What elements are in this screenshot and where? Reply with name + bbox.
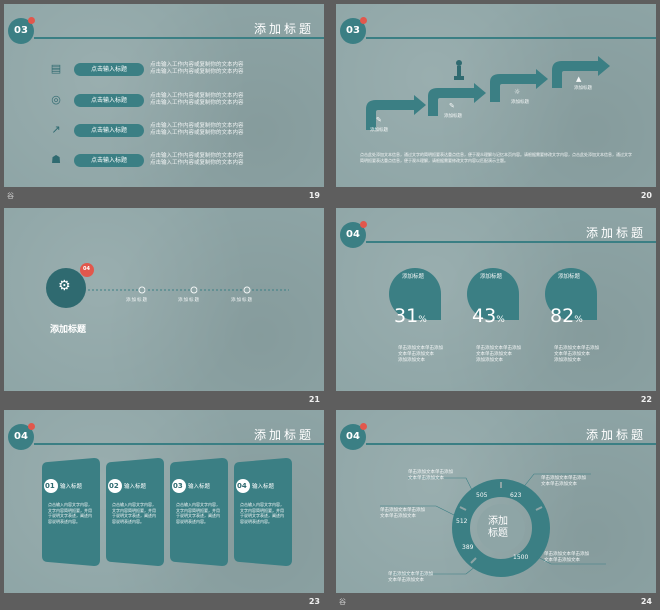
ring-value: 623 [510, 492, 522, 499]
note-text: 单击添加文本单击添加 文本单击添加文本 [388, 572, 433, 583]
slide-thumbnail-21[interactable]: ⚙ 04 添加标题 添加标题 添加标题 添加标题 21 [4, 208, 324, 408]
note-text: 单击添加文本单击添加 文本单击添加文本 [541, 476, 586, 487]
card-number: 01 [45, 482, 55, 490]
step-label: 添加标题 [511, 100, 529, 105]
slide-title: 添加标题 [253, 22, 314, 36]
badge-number: 04 [83, 266, 90, 272]
card-title: 输入标题 [188, 484, 211, 490]
percent-value: 31% [394, 305, 427, 327]
step-icon: ✎ [376, 116, 382, 124]
step-label: 添加标题 [574, 86, 592, 91]
ring-value: 505 [476, 492, 488, 499]
step-icon: ✎ [449, 102, 455, 110]
title-button[interactable]: 点击输入标题 [74, 154, 144, 167]
description-paragraph: 点击此处添加文本信息，通过文字的简明扼要表达重点信息，便于观众理解与记忆本页内容… [360, 152, 632, 163]
card-title: 输入标题 [60, 484, 83, 490]
title-button[interactable]: 点击输入标题 [74, 63, 144, 76]
slide-thumbnail-19[interactable]: 03 添加标题 ▤ 点击输入标题 点击输入工作内容或复制你的文本内容 点击输入工作… [4, 4, 324, 204]
ring-value: 512 [456, 518, 468, 525]
slide-canvas: ⚙ 04 添加标题 添加标题 添加标题 添加标题 [4, 208, 324, 391]
note-text: 单击添加文本单击添加 文本单击添加文本 [408, 470, 453, 481]
slide-canvas: 03 ✎ ✎ ☼ ▲ 添加标题 添加标题 添加标题 添加标题 点击此处添加文本信… [336, 4, 656, 187]
slide-footer: 谷 19 [4, 187, 324, 204]
page-number: 21 [308, 395, 320, 404]
note-text: 单击添加文本单击添加 文本单击添加文本 [380, 508, 425, 519]
row-text: 点击输入工作内容或复制你的文本内容 点击输入工作内容或复制你的文本内容 [150, 123, 244, 136]
note-text: 单击添加文本单击添加 文本单击添加文本 [544, 552, 589, 563]
title-button[interactable]: 点击输入标题 [74, 94, 144, 107]
title-button[interactable]: 点击输入标题 [74, 124, 144, 137]
slide-footer: 谷 24 [336, 593, 656, 610]
ring-diagram [380, 473, 606, 577]
slide-footer: 22 [336, 391, 656, 408]
step-label: 添加标题 [370, 128, 388, 133]
step-label: 添加标题 [444, 114, 462, 119]
slide-canvas: 04 添加标题 添加 标题 505 623 512 389 1500 单击添加文本… [336, 410, 656, 593]
ring-center-title: 添加 标题 [488, 516, 508, 539]
card-number: 03 [173, 482, 183, 490]
page-number: 19 [308, 191, 320, 200]
page-number: 20 [640, 191, 652, 200]
footer-glyph: 谷 [339, 598, 346, 606]
section-badge: 03 [8, 17, 35, 44]
row-text: 点击输入工作内容或复制你的文本内容 点击输入工作内容或复制你的文本内容 [150, 62, 244, 75]
card-body: 点击输入内容文字内容，文字内容简明扼要，并用于说明文字表述，阐述内容说明表述内容… [176, 502, 220, 524]
item-label: 添加标题 [480, 274, 503, 280]
badge-dot [28, 17, 35, 24]
timeline-graphic [46, 263, 289, 308]
item-description: 单击添加文本单击添加 文本单击添加文本 添加添加文本 [476, 346, 521, 363]
timeline-label: 添加标题 [126, 298, 148, 303]
slide-thumbnail-24[interactable]: 04 添加标题 添加 标题 505 623 512 389 1500 单击添加文本… [336, 410, 656, 610]
slide-thumbnail-23[interactable]: 04 添加标题 01 输入标题 点击输入内容文字内容，文字内容简明扼要，并用于说… [4, 410, 324, 610]
footer-glyph: 谷 [7, 192, 14, 200]
ring-value: 389 [462, 544, 474, 551]
card-number: 02 [109, 482, 119, 490]
slide-footer: 21 [4, 391, 324, 408]
step-icon: ▲ [576, 75, 582, 83]
item-description: 单击添加文本单击添加 文本单击添加文本 添加添加文本 [398, 346, 443, 363]
coin-icon: ◎ [51, 93, 61, 106]
timeline-label: 添加标题 [178, 298, 200, 303]
growth-chart-icon: ↗ [51, 123, 61, 136]
item-label: 添加标题 [558, 274, 581, 280]
row-text: 点击输入工作内容或复制你的文本内容 点击输入工作内容或复制你的文本内容 [150, 153, 244, 166]
slide-footer: 20 [336, 187, 656, 204]
slide-thumbnail-20[interactable]: 03 ✎ ✎ ☼ ▲ 添加标题 添加标题 添加标题 添加标题 点击此处添加文本信… [336, 4, 656, 204]
item-description: 单击添加文本单击添加 文本单击添加文本 添加添加文本 [554, 346, 599, 363]
timeline-label: 添加标题 [231, 298, 253, 303]
header-line [34, 37, 324, 39]
percent-value: 43% [472, 305, 505, 327]
slide-thumbnail-22[interactable]: 04 添加标题 添加标题 添加标题 添加标题 31% 43% 82% 单击添加文… [336, 208, 656, 408]
card-title: 输入标题 [252, 484, 275, 490]
card-body: 点击输入内容文字内容，文字内容简明扼要，并用于说明文字表述，阐述内容说明表述内容… [48, 502, 92, 524]
card-body: 点击输入内容文字内容，文字内容简明扼要，并用于说明文字表述，阐述内容说明表述内容… [240, 502, 284, 524]
card-title: 输入标题 [124, 484, 147, 490]
percent-value: 82% [550, 305, 583, 327]
card-body: 点击输入内容文字内容，文字内容简明扼要，并用于说明文字表述，阐述内容说明表述内容… [112, 502, 156, 524]
briefcase-icon: ▤ [50, 62, 62, 75]
timeline-heading: 添加标题 [50, 325, 87, 335]
slide-footer: 23 [4, 593, 324, 610]
page-number: 23 [308, 597, 320, 606]
slide-canvas: 04 添加标题 01 输入标题 点击输入内容文字内容，文字内容简明扼要，并用于说… [4, 410, 324, 593]
runner-gear-icon: ⚙ [58, 278, 71, 294]
slide-canvas: 04 添加标题 添加标题 添加标题 添加标题 31% 43% 82% 单击添加文… [336, 208, 656, 391]
team-icon: ☗ [51, 153, 61, 166]
page-number: 22 [640, 395, 652, 404]
page-number: 24 [640, 597, 652, 606]
row-text: 点击输入工作内容或复制你的文本内容 点击输入工作内容或复制你的文本内容 [150, 93, 244, 106]
card-number: 04 [237, 482, 247, 490]
ring-value: 1500 [513, 554, 529, 561]
item-label: 添加标题 [402, 274, 425, 280]
step-icon: ☼ [514, 88, 521, 96]
slide-canvas: 03 添加标题 ▤ 点击输入标题 点击输入工作内容或复制你的文本内容 点击输入工作… [4, 4, 324, 187]
